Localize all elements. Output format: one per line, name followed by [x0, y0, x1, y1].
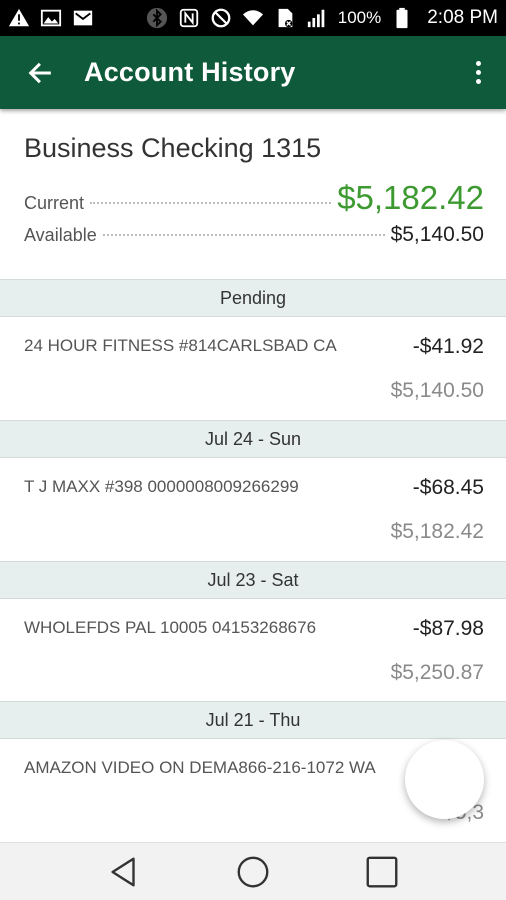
image-icon — [40, 7, 62, 29]
transaction-running-balance: $5,182.42 — [390, 520, 484, 543]
back-button[interactable] — [24, 57, 56, 89]
dotted-leader — [102, 234, 385, 236]
do-not-disturb-icon — [210, 7, 232, 29]
page-title: Account History — [84, 57, 296, 87]
battery-icon — [391, 7, 413, 29]
mail-icon — [72, 7, 94, 29]
back-triangle-icon — [111, 857, 136, 886]
transaction-description: AMAZON VIDEO ON DEMA866-216-1072 WA — [24, 758, 376, 777]
account-summary: Business Checking 1315 Current $5,182.42… — [0, 109, 506, 278]
app-bar: Account History — [0, 36, 506, 109]
transaction-running-balance: $5,250.87 — [390, 661, 484, 684]
transaction-row[interactable]: T J MAXX #398 0000008009266299 -$68.45 $… — [0, 458, 506, 561]
more-vert-icon-dot — [475, 79, 481, 84]
transaction-amount: -$41.92 — [412, 335, 484, 358]
transaction-amount: -$87.98 — [412, 617, 484, 640]
transaction-row[interactable]: 24 HOUR FITNESS #814CARLSBAD CA -$41.92 … — [0, 317, 506, 420]
more-vert-icon-dot — [475, 70, 481, 75]
available-balance-value: $5,140.50 — [390, 223, 484, 246]
transaction-description: WHOLEFDS PAL 10005 04153268676 — [24, 618, 317, 637]
transaction-running-balance: $5,140.50 — [390, 379, 484, 402]
current-balance-row: Current $5,182.42 — [24, 179, 484, 217]
more-vert-icon-dot — [475, 61, 481, 66]
warning-icon — [8, 7, 30, 29]
status-right-icons: 100% 2:08 PM — [146, 7, 498, 29]
wifi-icon — [242, 7, 264, 29]
sim-icon — [274, 7, 296, 29]
nav-back-button[interactable] — [100, 848, 148, 896]
section-header-pending: Pending — [0, 279, 506, 317]
nfc-icon — [178, 7, 200, 29]
recents-square-icon — [366, 856, 398, 887]
overflow-menu-button[interactable] — [466, 55, 490, 91]
battery-percent: 100% — [337, 8, 382, 27]
current-balance-value: $5,182.42 — [337, 179, 484, 216]
system-nav-bar — [0, 842, 506, 900]
signal-icon — [306, 7, 328, 29]
arrow-left-icon — [28, 62, 51, 83]
nav-recents-button[interactable] — [358, 848, 406, 896]
transaction-description: T J MAXX #398 0000008009266299 — [24, 477, 299, 496]
transaction-amount: -$68.45 — [412, 476, 484, 499]
status-bar: 100% 2:08 PM — [0, 0, 506, 36]
account-name: Business Checking 1315 — [24, 133, 322, 163]
status-left-icons — [8, 7, 94, 29]
section-header-date: Jul 24 - Sun — [0, 420, 506, 458]
nav-home-button[interactable] — [229, 848, 277, 896]
transaction-row[interactable]: WHOLEFDS PAL 10005 04153268676 -$87.98 $… — [0, 599, 506, 702]
bluetooth-icon — [146, 7, 168, 29]
current-label: Current — [24, 193, 85, 213]
dotted-leader — [90, 202, 332, 204]
floating-action-button[interactable] — [405, 740, 484, 819]
status-time: 2:08 PM — [427, 7, 498, 28]
available-label: Available — [24, 225, 97, 245]
section-header-date: Jul 21 - Thu — [0, 701, 506, 739]
section-header-date: Jul 23 - Sat — [0, 561, 506, 599]
available-balance-row: Available $5,140.50 — [24, 223, 484, 247]
home-circle-icon — [237, 856, 269, 887]
transaction-description: 24 HOUR FITNESS #814CARLSBAD CA — [24, 336, 337, 355]
